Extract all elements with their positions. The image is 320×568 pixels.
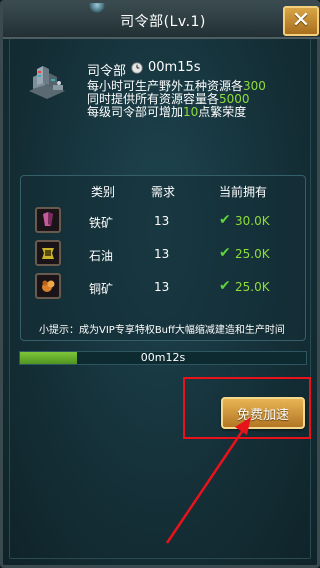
row-oil-need: 13 [154, 247, 170, 261]
oil-icon [35, 240, 61, 266]
info-prosperity: 每级司令部可增加10点繁荣度 [87, 105, 247, 119]
row-iron-have: 30.0K [235, 214, 270, 228]
free-speedup-label: 免费加速 [236, 407, 289, 423]
free-speedup-button[interactable]: 免费加速 [221, 397, 305, 429]
close-icon: ✕ [291, 8, 311, 33]
row-copper-have: 25.0K [235, 280, 270, 294]
row-oil-have: 25.0K [235, 247, 270, 261]
row-iron-name: 铁矿 [89, 216, 114, 230]
row-iron-need: 13 [154, 214, 170, 228]
close-button[interactable]: ✕ [283, 6, 319, 36]
progress-time: 00m12s [140, 351, 186, 364]
headquarters-building-icon [29, 66, 65, 99]
check-icon: ✔ [219, 245, 231, 261]
check-icon: ✔ [219, 212, 231, 228]
clock-icon [131, 62, 143, 74]
iron-ore-icon [35, 207, 61, 233]
row-copper-name: 铜矿 [89, 282, 114, 296]
header-category: 类别 [91, 185, 116, 199]
row-copper-need: 13 [154, 280, 170, 294]
building-info-dialog: 司令部(Lv.1) ✕ 司令部 00m15s 每小时可生产野外五种资源各300 … [0, 0, 320, 568]
tip-text: 小提示：成为VIP专享特权Buff大幅缩减建造和生产时间 [39, 325, 285, 336]
copper-ore-icon [35, 273, 61, 299]
header-owned: 当前拥有 [219, 185, 268, 199]
row-oil-name: 石油 [89, 249, 114, 263]
build-time: 00m15s [148, 60, 201, 75]
header-required: 需求 [151, 185, 176, 199]
title-bar: 司令部(Lv.1) ✕ [3, 3, 320, 39]
check-icon: ✔ [219, 278, 231, 294]
dialog-title: 司令部(Lv.1) [120, 14, 206, 30]
